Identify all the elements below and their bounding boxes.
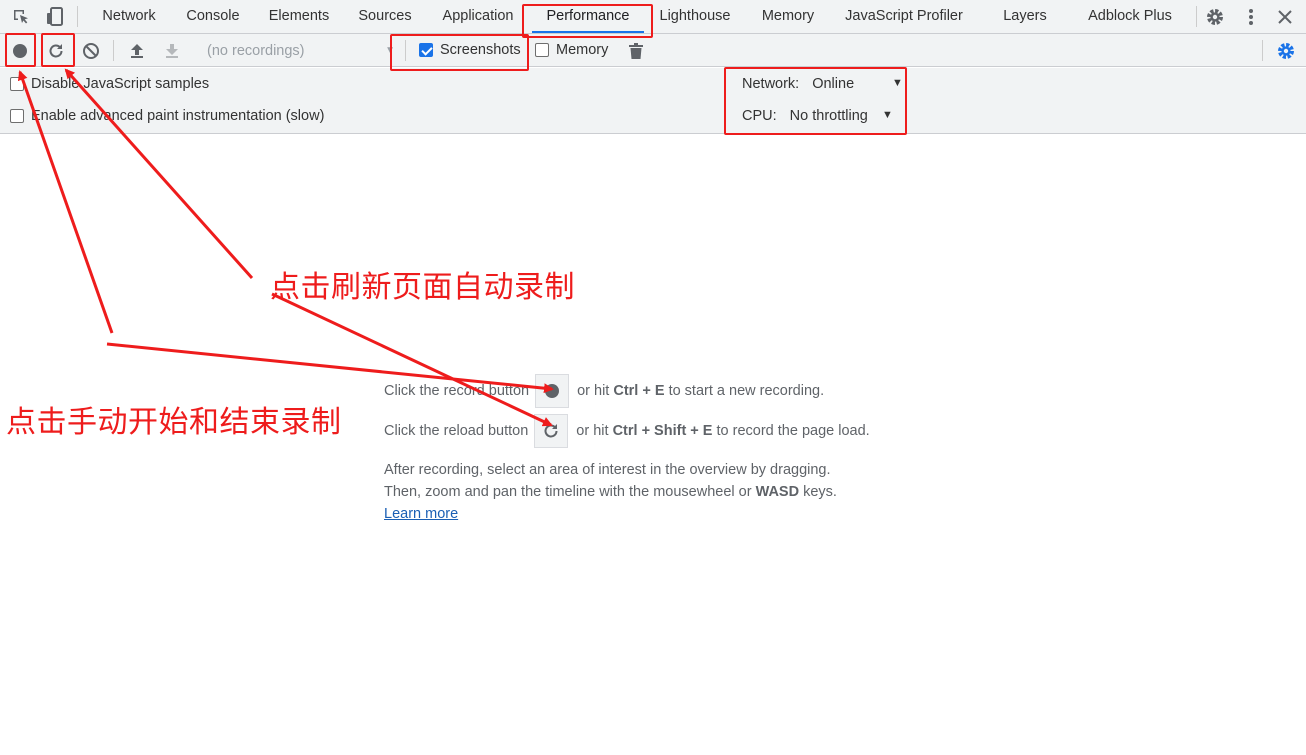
reload-icon <box>49 44 63 58</box>
landing-after-line-1: After recording, select an area of inter… <box>384 462 831 478</box>
toolbar-separator <box>405 40 406 61</box>
landing-reload-keys: Ctrl + Shift + E <box>612 423 713 439</box>
landing-after-text-2: Then, zoom and pan the timeline with the… <box>384 484 752 500</box>
tab-console[interactable]: Console <box>176 0 250 33</box>
reload-annotation-note: 点击刷新页面自动录制 <box>270 270 575 305</box>
toolbar-separator <box>113 40 114 61</box>
load-profile-button[interactable] <box>125 39 149 63</box>
landing-record-suffix: to start a new recording. <box>668 383 825 399</box>
landing-after-line-2: Then, zoom and pan the timeline with the… <box>384 484 837 500</box>
landing-record-prefix: Click the record button <box>384 383 530 399</box>
landing-reload-prefix: Click the reload button <box>384 423 529 439</box>
device-toolbar-icon[interactable] <box>44 6 66 28</box>
screenshots-checkbox[interactable]: Screenshots <box>419 42 521 58</box>
cpu-value: No throttling <box>789 108 868 124</box>
reload-record-button[interactable] <box>44 39 68 63</box>
memory-checkbox[interactable]: Memory <box>535 42 608 58</box>
learn-more-link[interactable]: Learn more <box>384 506 458 522</box>
landing-reload-suffix: to record the page load. <box>716 423 870 439</box>
landing-record-button[interactable] <box>535 374 570 408</box>
cpu-label: CPU: <box>742 108 777 124</box>
save-profile-button[interactable] <box>160 39 184 63</box>
recordings-placeholder: (no recordings) <box>207 43 305 59</box>
landing-record-line: Click the record button or hit Ctrl + E … <box>384 374 824 408</box>
tab-separator <box>77 6 78 27</box>
inspect-element-icon[interactable] <box>10 6 32 28</box>
screenshots-label: Screenshots <box>440 42 521 58</box>
disable-js-samples-checkbox[interactable]: Disable JavaScript samples <box>10 76 209 92</box>
clear-button[interactable] <box>79 39 103 63</box>
checkbox-unchecked-icon <box>535 43 549 57</box>
performance-toolbar: (no recordings) ▼ Screenshots Memory <box>0 34 1306 67</box>
chevron-down-icon: ▼ <box>882 109 893 121</box>
landing-wasd-keys: WASD <box>755 484 800 500</box>
tab-separator <box>1196 6 1197 27</box>
tab-memory[interactable]: Memory <box>752 0 824 33</box>
tab-application[interactable]: Application <box>432 0 524 33</box>
trash-icon <box>629 43 643 59</box>
gear-icon[interactable] <box>1204 6 1226 28</box>
more-vertical-icon[interactable] <box>1240 6 1262 28</box>
download-icon <box>166 44 178 58</box>
disable-js-samples-label: Disable JavaScript samples <box>31 76 210 92</box>
landing-after-suffix: keys. <box>803 484 837 500</box>
record-annotation-note: 点击手动开始和结束录制 <box>6 405 342 440</box>
tab-lighthouse[interactable]: Lighthouse <box>652 0 738 33</box>
collect-garbage-button[interactable] <box>624 39 648 63</box>
landing-reload-button[interactable] <box>534 414 569 448</box>
checkbox-checked-icon <box>419 43 433 57</box>
tab-sources[interactable]: Sources <box>348 0 422 33</box>
landing-record-keys: Ctrl + E <box>613 383 665 399</box>
landing-reload-mid: or hit <box>576 423 609 439</box>
tab-elements[interactable]: Elements <box>260 0 338 33</box>
landing-after-text-1: After recording, select an area of inter… <box>384 462 831 478</box>
network-throttle-select[interactable]: Network: Online ▼ <box>742 76 903 92</box>
recordings-select[interactable]: (no recordings) ▼ <box>201 40 397 62</box>
network-label: Network: <box>742 76 800 92</box>
devtools-tab-bar: Network Console Elements Sources Applica… <box>0 0 1306 34</box>
toolbar-separator <box>1262 40 1263 61</box>
checkbox-unchecked-icon <box>10 109 24 123</box>
cpu-throttle-select[interactable]: CPU: No throttling ▼ <box>742 108 902 124</box>
capture-settings-button[interactable] <box>1274 39 1298 63</box>
chevron-down-icon: ▼ <box>385 45 395 56</box>
checkbox-unchecked-icon <box>10 77 24 91</box>
memory-label: Memory <box>556 42 609 58</box>
record-icon <box>545 384 560 398</box>
tab-network[interactable]: Network <box>92 0 166 33</box>
record-button[interactable] <box>8 39 32 63</box>
landing-record-mid: or hit <box>577 383 610 399</box>
tab-adblock-plus[interactable]: Adblock Plus <box>1080 0 1180 33</box>
close-icon[interactable] <box>1274 6 1296 28</box>
tab-layers[interactable]: Layers <box>995 0 1055 33</box>
record-icon <box>13 44 27 58</box>
network-value: Online <box>812 76 855 92</box>
chevron-down-icon: ▼ <box>892 77 903 89</box>
advanced-paint-checkbox[interactable]: Enable advanced paint instrumentation (s… <box>10 108 324 124</box>
gear-icon <box>1278 43 1294 59</box>
tab-performance[interactable]: Performance <box>532 0 644 33</box>
reload-icon <box>544 424 558 438</box>
advanced-paint-label: Enable advanced paint instrumentation (s… <box>31 108 325 124</box>
capture-settings-pane: Disable JavaScript samples Enable advanc… <box>0 68 1306 134</box>
tab-javascript-profiler[interactable]: JavaScript Profiler <box>838 0 970 33</box>
landing-reload-line: Click the reload button or hit Ctrl + Sh… <box>384 414 870 448</box>
upload-icon <box>131 44 143 58</box>
block-icon <box>83 43 99 59</box>
